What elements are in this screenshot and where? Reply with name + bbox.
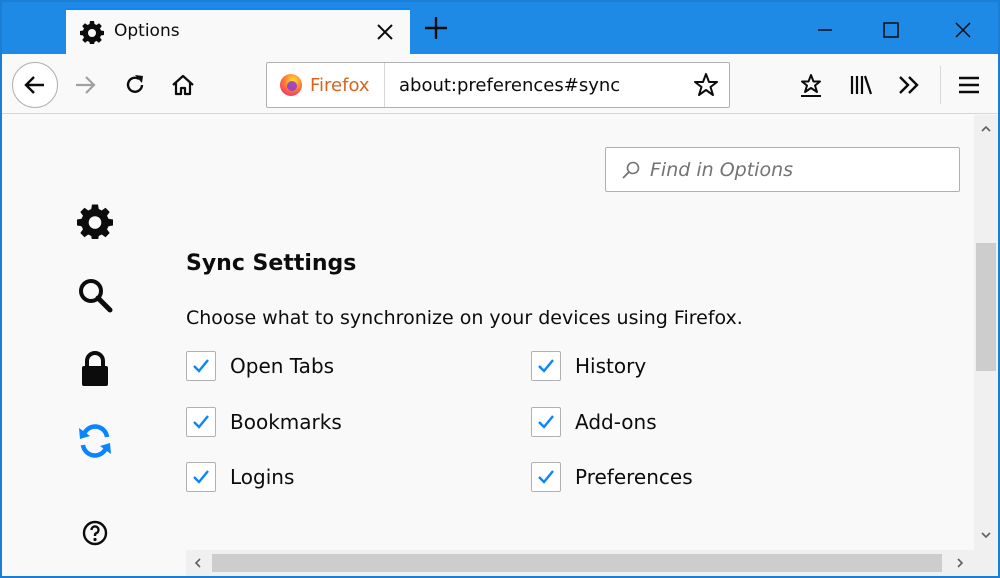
sync-open-tabs-checkbox[interactable]: Open Tabs xyxy=(186,351,334,381)
back-button[interactable] xyxy=(12,62,58,108)
vertical-scroll-thumb[interactable] xyxy=(976,243,996,371)
library-icon xyxy=(850,75,873,95)
checkmark-icon xyxy=(193,415,209,429)
vertical-scrollbar[interactable] xyxy=(974,115,998,550)
horizontal-scrollbar[interactable] xyxy=(186,550,974,576)
nav-bar: Firefox about:preferences#sync xyxy=(2,54,998,114)
browser-window: Options Firefox about:preferences#sync F… xyxy=(0,0,1000,578)
tab-options[interactable]: Options xyxy=(66,8,410,54)
maximize-icon xyxy=(883,22,899,38)
close-icon[interactable] xyxy=(374,21,396,43)
search-icon xyxy=(79,279,113,313)
gear-icon xyxy=(80,21,104,44)
checkbox-label: Add-ons xyxy=(575,410,657,434)
forward-arrow-icon xyxy=(76,76,96,94)
checkbox[interactable] xyxy=(186,351,216,381)
search-input[interactable] xyxy=(650,148,950,191)
menu-button[interactable] xyxy=(952,68,986,102)
sync-settings-heading: Sync Settings xyxy=(186,251,357,276)
sync-history-checkbox[interactable]: History xyxy=(531,351,646,381)
checkmark-icon xyxy=(193,470,209,484)
minimize-icon xyxy=(818,29,832,31)
scroll-left-arrow-icon[interactable] xyxy=(188,553,208,573)
checkbox-label: History xyxy=(575,354,647,378)
tab-strip: Options xyxy=(2,2,998,54)
scroll-right-arrow-icon[interactable] xyxy=(950,553,970,573)
new-tab-icon[interactable] xyxy=(422,14,450,42)
tab-title: Options xyxy=(114,21,180,41)
checkbox[interactable] xyxy=(531,351,561,381)
preferences-content: Sync Settings Choose what to synchronize… xyxy=(2,115,974,550)
reload-icon xyxy=(126,75,144,93)
scrollbar-corner xyxy=(974,550,998,576)
home-icon xyxy=(172,74,194,96)
identity-box[interactable]: Firefox xyxy=(267,63,385,107)
category-search[interactable] xyxy=(75,275,115,315)
checkbox-label: Bookmarks xyxy=(230,410,342,434)
checkbox[interactable] xyxy=(186,462,216,492)
close-icon xyxy=(955,22,971,38)
library-button[interactable] xyxy=(844,68,878,102)
home-button[interactable] xyxy=(166,68,200,102)
reload-button[interactable] xyxy=(118,68,152,102)
identity-label: Firefox xyxy=(310,75,370,96)
checkbox[interactable] xyxy=(531,462,561,492)
checkmark-icon xyxy=(538,470,554,484)
checkbox[interactable] xyxy=(531,407,561,437)
help-icon xyxy=(82,520,108,546)
sync-logins-checkbox[interactable]: Logins xyxy=(186,462,294,492)
save-to-pocket-button[interactable] xyxy=(794,68,828,102)
category-privacy[interactable] xyxy=(75,349,115,389)
url-text[interactable]: about:preferences#sync xyxy=(399,75,620,96)
save-star-icon xyxy=(801,74,821,97)
find-in-options-box[interactable] xyxy=(605,147,960,192)
sync-bookmarks-checkbox[interactable]: Bookmarks xyxy=(186,407,342,437)
bookmark-star-icon[interactable] xyxy=(693,72,719,98)
checkbox[interactable] xyxy=(186,407,216,437)
overflow-button[interactable] xyxy=(892,68,926,102)
checkmark-icon xyxy=(538,415,554,429)
sync-addons-checkbox[interactable]: Add-ons xyxy=(531,407,657,437)
chevron-double-right-icon xyxy=(899,76,919,94)
search-icon xyxy=(622,161,640,179)
scroll-down-arrow-icon[interactable] xyxy=(974,525,998,545)
maximize-button[interactable] xyxy=(866,10,916,50)
lock-icon xyxy=(82,351,108,386)
scroll-up-arrow-icon[interactable] xyxy=(974,119,998,139)
category-general[interactable] xyxy=(75,201,115,241)
hamburger-menu-icon xyxy=(959,76,979,94)
toolbar-separator xyxy=(940,66,941,104)
sync-preferences-checkbox[interactable]: Preferences xyxy=(531,462,693,492)
sync-description: Choose what to synchronize on your devic… xyxy=(186,307,743,329)
url-bar[interactable]: Firefox about:preferences#sync xyxy=(266,62,730,108)
checkbox-label: Open Tabs xyxy=(230,354,335,378)
category-sync[interactable] xyxy=(75,421,115,461)
back-arrow-icon xyxy=(24,76,44,94)
firefox-logo-icon xyxy=(280,74,302,96)
checkmark-icon xyxy=(193,359,209,373)
checkmark-icon xyxy=(538,359,554,373)
category-help[interactable] xyxy=(75,513,115,553)
window-close-button[interactable] xyxy=(938,10,988,50)
checkbox-label: Preferences xyxy=(575,465,693,489)
horizontal-scroll-thumb[interactable] xyxy=(212,554,942,572)
forward-button[interactable] xyxy=(68,68,102,102)
minimize-button[interactable] xyxy=(800,10,850,50)
content-bottom-pad xyxy=(2,550,186,576)
sync-icon xyxy=(79,424,111,458)
gear-icon xyxy=(77,204,113,239)
checkbox-label: Logins xyxy=(230,465,295,489)
